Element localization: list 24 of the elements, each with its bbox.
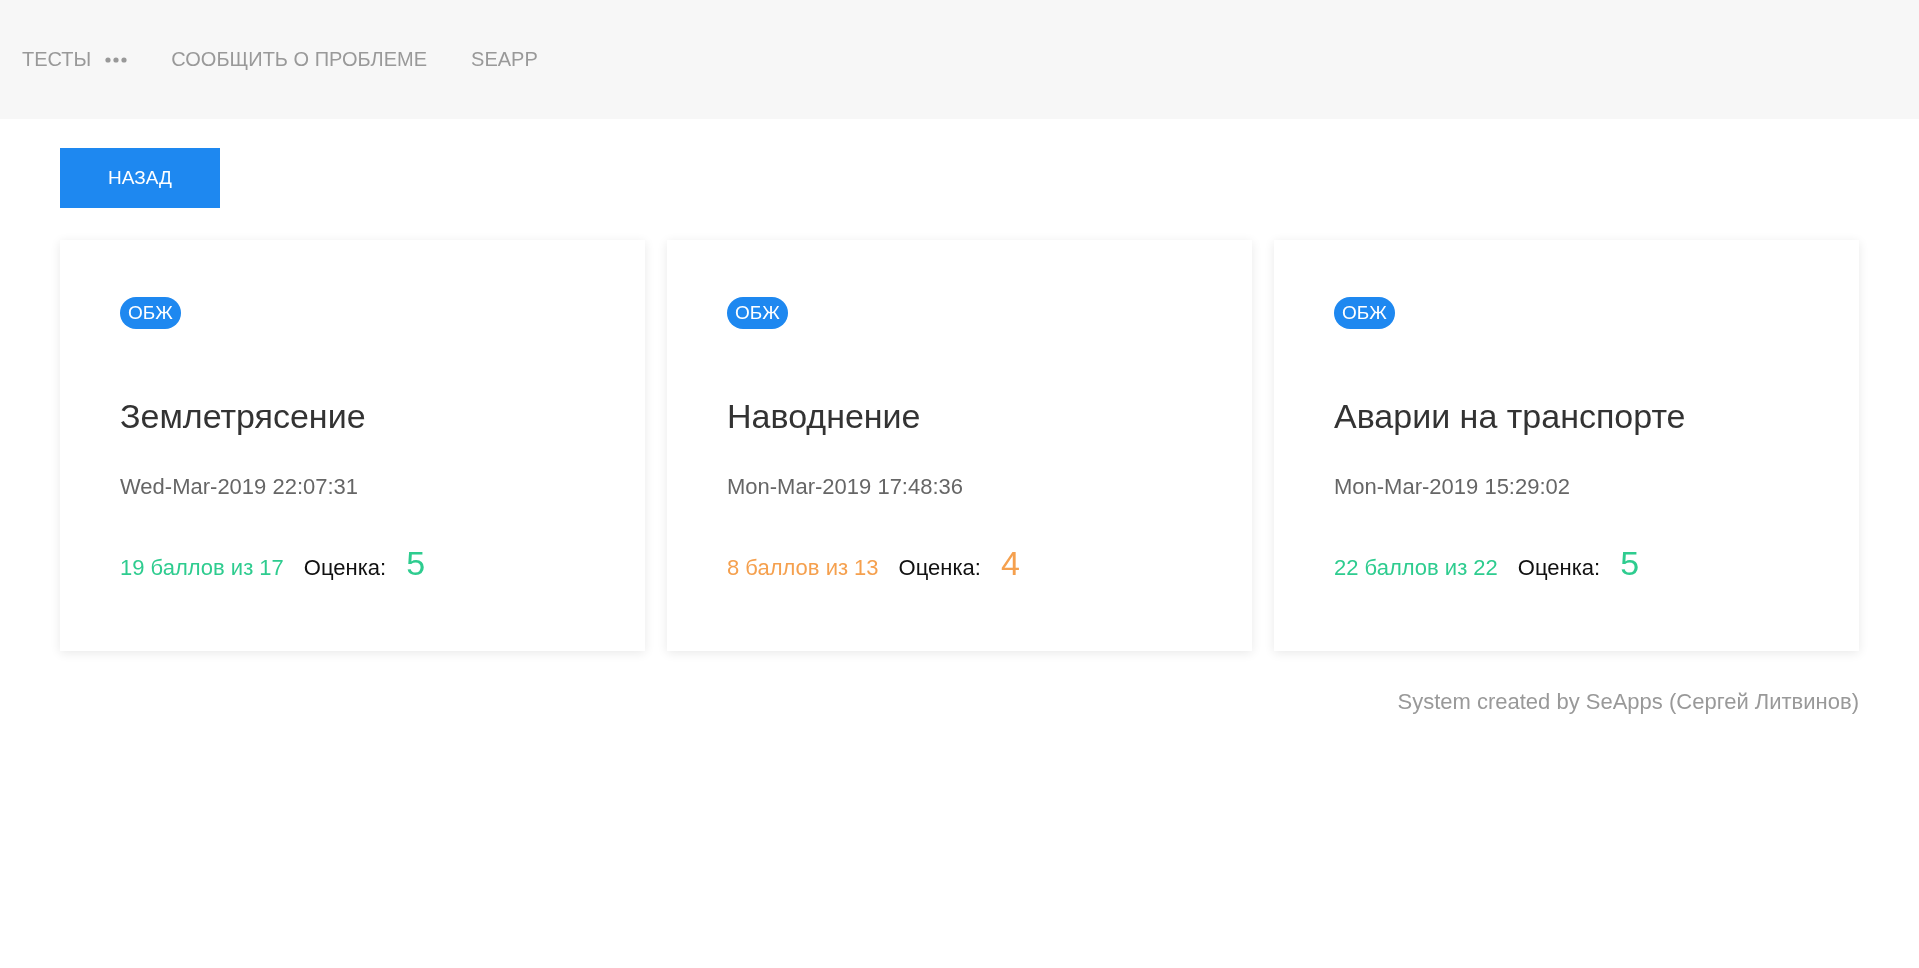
nav-link[interactable]: SEAPP	[471, 48, 538, 71]
nav-link[interactable]: ТЕСТЫ	[22, 48, 92, 71]
grade-value: 4	[1000, 544, 1020, 583]
score-text: 22 баллов из 22	[1334, 555, 1498, 581]
grade-label: Оценка:	[1517, 555, 1601, 581]
test-title: Наводнение	[727, 397, 921, 436]
test-title: Землетрясение	[120, 397, 366, 436]
subject-tag: ОБЖ	[120, 297, 181, 329]
grade-label: Оценка:	[898, 555, 981, 581]
grade-value: 5	[406, 544, 426, 583]
subject-tag: ОБЖ	[727, 297, 788, 329]
back-button[interactable]: НАЗАД	[60, 148, 220, 208]
nav-link[interactable]: СООБЩИТЬ О ПРОБЛЕМЕ	[171, 48, 428, 71]
test-title: Аварии на транспорте	[1334, 397, 1686, 436]
test-date: Mon-Mar-2019 15:29:02	[1334, 474, 1571, 500]
grade-label: Оценка:	[303, 555, 387, 581]
test-date: Wed-Mar-2019 22:07:31	[120, 474, 359, 500]
subject-tag: ОБЖ	[1334, 297, 1395, 329]
score-text: 8 баллов из 13	[727, 555, 879, 581]
more-icon[interactable]	[105, 56, 128, 63]
score-text: 19 баллов из 17	[120, 555, 284, 581]
grade-value: 5	[1620, 544, 1640, 583]
footer-credit: System created by SeApps (Сергей Литвинов)	[1397, 689, 1859, 715]
test-date: Mon-Mar-2019 17:48:36	[727, 474, 964, 500]
